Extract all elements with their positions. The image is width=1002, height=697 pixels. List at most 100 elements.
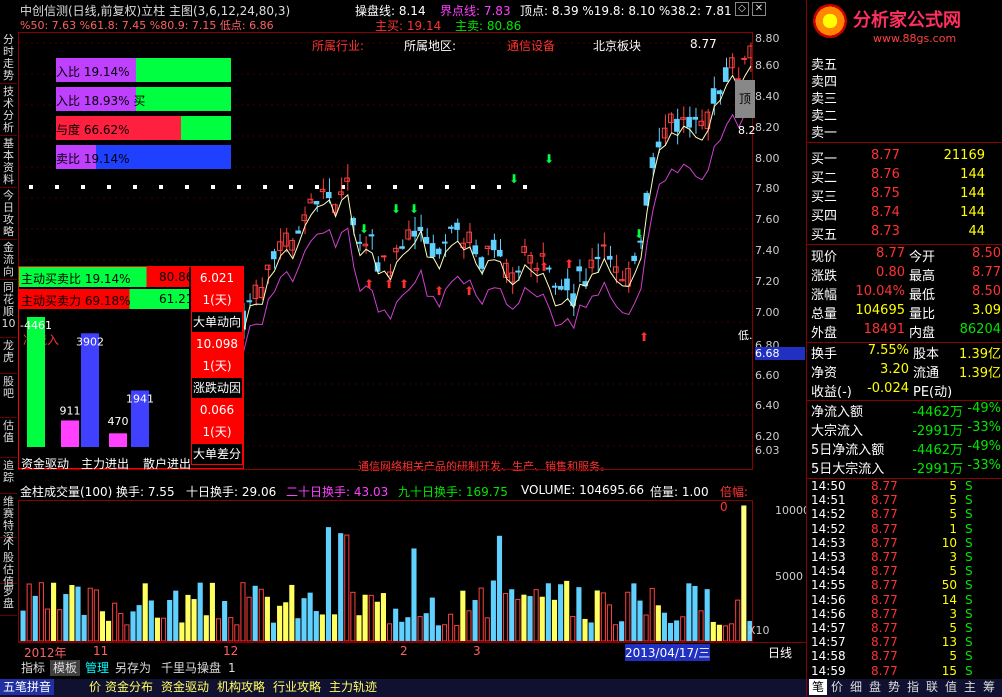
sidebar-tab-0[interactable]: 分时走势 — [0, 32, 17, 84]
quote-tab-4[interactable]: 势 — [885, 679, 903, 695]
price-tick-4: 8.00 — [755, 152, 780, 165]
tick-row[interactable]: 14:53 8.77 10 S — [807, 536, 1002, 550]
volume-bar — [215, 618, 222, 641]
buy-level-vol-1: 144 — [960, 167, 985, 182]
tick-row[interactable]: 14:59 8.77 15 S — [807, 664, 1002, 678]
bottom-tab-0[interactable]: 五笔拼音 — [0, 679, 55, 695]
quote-tab-1[interactable]: 价 — [828, 679, 846, 695]
buy-level-price-1: 8.76 — [871, 167, 900, 182]
sidebar-tab-9[interactable]: 追踪 — [0, 458, 17, 494]
bottom-tab-6[interactable]: 主力轨迹 — [326, 679, 380, 695]
volume-bar — [209, 582, 215, 641]
volume-bar — [264, 596, 270, 641]
candle-body — [698, 120, 705, 126]
quote-tab-9[interactable]: 筹 — [980, 679, 998, 695]
volume-bar — [570, 615, 576, 641]
tick-row[interactable]: 14:53 8.77 3 S — [807, 550, 1002, 564]
sidebar-tab-10[interactable]: 维赛特深 — [0, 494, 17, 544]
volume-bar — [289, 584, 295, 641]
sidebar-tab-7[interactable]: 股吧 — [0, 374, 17, 418]
level-dot — [497, 185, 501, 189]
inflow-bar-2 — [81, 333, 99, 447]
vol-turnover: 换手: 7.55 — [116, 485, 175, 499]
quote-tab-6[interactable]: 联 — [923, 679, 941, 695]
candle-body — [576, 266, 582, 272]
candle-body — [429, 243, 436, 258]
tick-vol: 10 — [941, 535, 957, 550]
bottom-tab-4[interactable]: 机构攻略 — [214, 679, 268, 695]
indicator-tab-2[interactable]: 管理 — [82, 660, 112, 676]
quote-tab-8[interactable]: 主 — [961, 679, 979, 695]
bottom-tab-3[interactable]: 资金驱动 — [158, 679, 212, 695]
tick-row[interactable]: 14:51 8.77 5 S — [807, 493, 1002, 507]
quote-tab-3[interactable]: 盘 — [866, 679, 884, 695]
volume-bar — [191, 599, 197, 641]
side-val-7: 1(天) — [191, 421, 243, 443]
tick-row[interactable]: 14:56 8.77 14 S — [807, 593, 1002, 607]
bottom-tab-2[interactable]: 资金分布 — [102, 679, 156, 695]
candle-body — [325, 191, 332, 199]
sidebar-tab-5[interactable]: 同花顺10 — [0, 280, 17, 338]
tick-price: 8.77 — [871, 635, 898, 650]
tick-row[interactable]: 14:54 8.77 5 S — [807, 564, 1002, 578]
tick-row[interactable]: 14:52 8.77 5 S — [807, 507, 1002, 521]
candle-body — [435, 248, 442, 255]
quote-tab-5[interactable]: 指 — [904, 679, 922, 695]
level-dot — [81, 185, 85, 189]
indicator-tab-1[interactable]: 模板 — [50, 660, 81, 676]
quote-label2-1: 最高 — [909, 269, 936, 284]
volume-bar — [173, 590, 179, 641]
vol-volume: VOLUME: 104695.66 — [521, 483, 644, 497]
tick-side: S — [965, 649, 973, 664]
tick-price: 8.77 — [871, 592, 898, 607]
sidebar-tab-1[interactable]: 技术分析 — [0, 84, 17, 136]
quote-tab-2[interactable]: 细 — [847, 679, 865, 695]
quote-panel: 分析家公式网 www.88gs.com 卖五 卖四 卖三 卖二 卖一 买一 8.77 2116… — [806, 0, 1002, 697]
logo-url: www.88gs.com — [873, 32, 957, 45]
vol-tick-1: 5000 — [775, 570, 803, 583]
tick-row[interactable]: 14:57 8.77 5 S — [807, 621, 1002, 635]
sidebar-tab-8[interactable]: 估值 — [0, 418, 17, 458]
capital-flow-table: 净流入额 -4462万 -49% 大宗流入 -2991万 -33% 5日净流入额 -4462万… — [807, 400, 1002, 478]
bottom-tab-5[interactable]: 行业攻略 — [270, 679, 324, 695]
sidebar-tab-2[interactable]: 基本资料 — [0, 136, 17, 188]
volume-bar — [735, 599, 741, 641]
tick-price: 8.77 — [871, 550, 898, 564]
tick-time: 14:53 — [811, 550, 846, 564]
candle-body — [478, 257, 485, 269]
tick-row[interactable]: 14:50 8.77 5 S — [807, 479, 1002, 493]
volume-chart[interactable] — [18, 500, 753, 642]
sidebar-tab-4[interactable]: 金流向 — [0, 240, 17, 280]
side-val-2: 大单动向 — [191, 311, 243, 333]
tick-row[interactable]: 14:56 8.77 3 S — [807, 607, 1002, 621]
tick-row[interactable]: 14:57 8.77 13 S — [807, 635, 1002, 649]
vol-tick-2: X10 — [748, 624, 770, 637]
level-dot — [55, 185, 59, 189]
tick-row[interactable]: 14:58 8.77 5 S — [807, 649, 1002, 663]
sell-arrow-icon: ⬇ — [409, 202, 419, 216]
sidebar-tab-12[interactable]: 罗盘 — [0, 584, 17, 616]
stat-value-0: 7.55% — [867, 343, 909, 358]
indicator-tab-3[interactable]: 另存为 — [112, 660, 154, 676]
side-val-4: 1(天) — [191, 355, 243, 377]
quote-tab-0[interactable]: 笔 — [809, 679, 828, 695]
tick-list[interactable]: 14:50 8.77 5 S 14:51 8.77 5 S 14:52 8.77 5 S 14:52 8.… — [807, 478, 1002, 678]
sell-level-4: 卖一 — [811, 126, 838, 141]
flow-value-r-2: -4462万 — [912, 443, 963, 458]
volume-bar — [441, 624, 448, 641]
indicator-tab-4[interactable]: 千里马操盘 — [158, 660, 224, 676]
tick-vol: 13 — [941, 635, 957, 650]
candle-body — [594, 256, 601, 260]
sidebar-tab-11[interactable]: 个股估值 — [0, 538, 17, 588]
sidebar-tab-6[interactable]: 龙虎 — [0, 338, 17, 374]
tick-row[interactable]: 14:52 8.77 1 S — [807, 522, 1002, 536]
volume-bar — [503, 593, 509, 641]
sidebar-tab-3[interactable]: 今日攻略 — [0, 188, 17, 240]
diamond-icon[interactable]: ◇ — [735, 2, 749, 16]
flow-value-r-3: -2991万 — [912, 462, 963, 477]
indicator-tab-0[interactable]: 指标 — [18, 660, 48, 676]
tick-row[interactable]: 14:55 8.77 50 S — [807, 578, 1002, 592]
close-icon[interactable]: ✕ — [752, 2, 766, 16]
quote-tab-7[interactable]: 值 — [942, 679, 960, 695]
indicator-tab-5[interactable]: 1 — [225, 660, 239, 676]
